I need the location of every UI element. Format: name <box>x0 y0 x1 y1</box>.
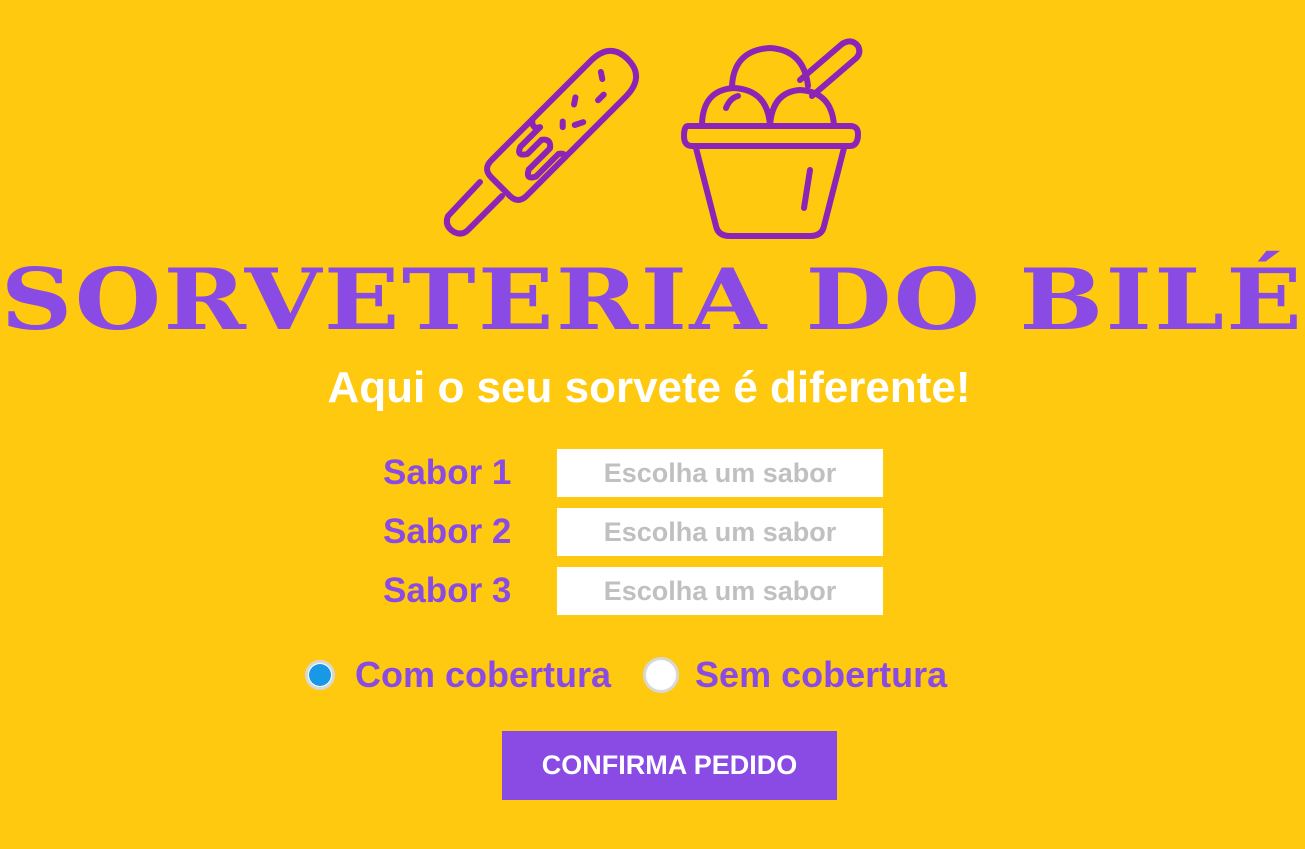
flavor-row-3: Sabor 3 <box>383 567 883 615</box>
topping-radio-group: Com cobertura Sem cobertura <box>305 652 947 698</box>
radio-selected-dot <box>309 664 331 686</box>
header-icons <box>440 30 870 245</box>
topping-with-option[interactable]: Com cobertura <box>305 654 611 696</box>
topping-without-radio[interactable] <box>643 657 680 693</box>
flavor-row-1: Sabor 1 <box>383 449 883 497</box>
flavor-2-input[interactable] <box>557 508 883 556</box>
confirm-order-button[interactable]: CONFIRMA PEDIDO <box>502 731 837 800</box>
flavor-3-input[interactable] <box>557 567 883 615</box>
topping-with-radio[interactable] <box>305 660 335 690</box>
popsicle-icon <box>443 47 640 237</box>
page-subtitle: Aqui o seu sorvete é diferente! <box>327 363 971 412</box>
flavor-2-label: Sabor 2 <box>383 512 512 551</box>
topping-without-label[interactable]: Sem cobertura <box>695 654 947 696</box>
flavor-3-label: Sabor 3 <box>383 571 512 610</box>
page-title: SORVETERIA DO BILÉ <box>0 250 1305 349</box>
topping-with-label[interactable]: Com cobertura <box>355 654 611 696</box>
flavor-row-2: Sabor 2 <box>383 508 883 556</box>
flavor-1-label: Sabor 1 <box>383 453 512 492</box>
topping-without-option[interactable]: Sem cobertura <box>643 654 947 696</box>
flavor-1-input[interactable] <box>557 449 883 497</box>
order-page: SORVETERIA DO BILÉ Aqui o seu sorvete é … <box>0 0 1305 849</box>
ice-cream-cup-icon <box>681 38 863 239</box>
